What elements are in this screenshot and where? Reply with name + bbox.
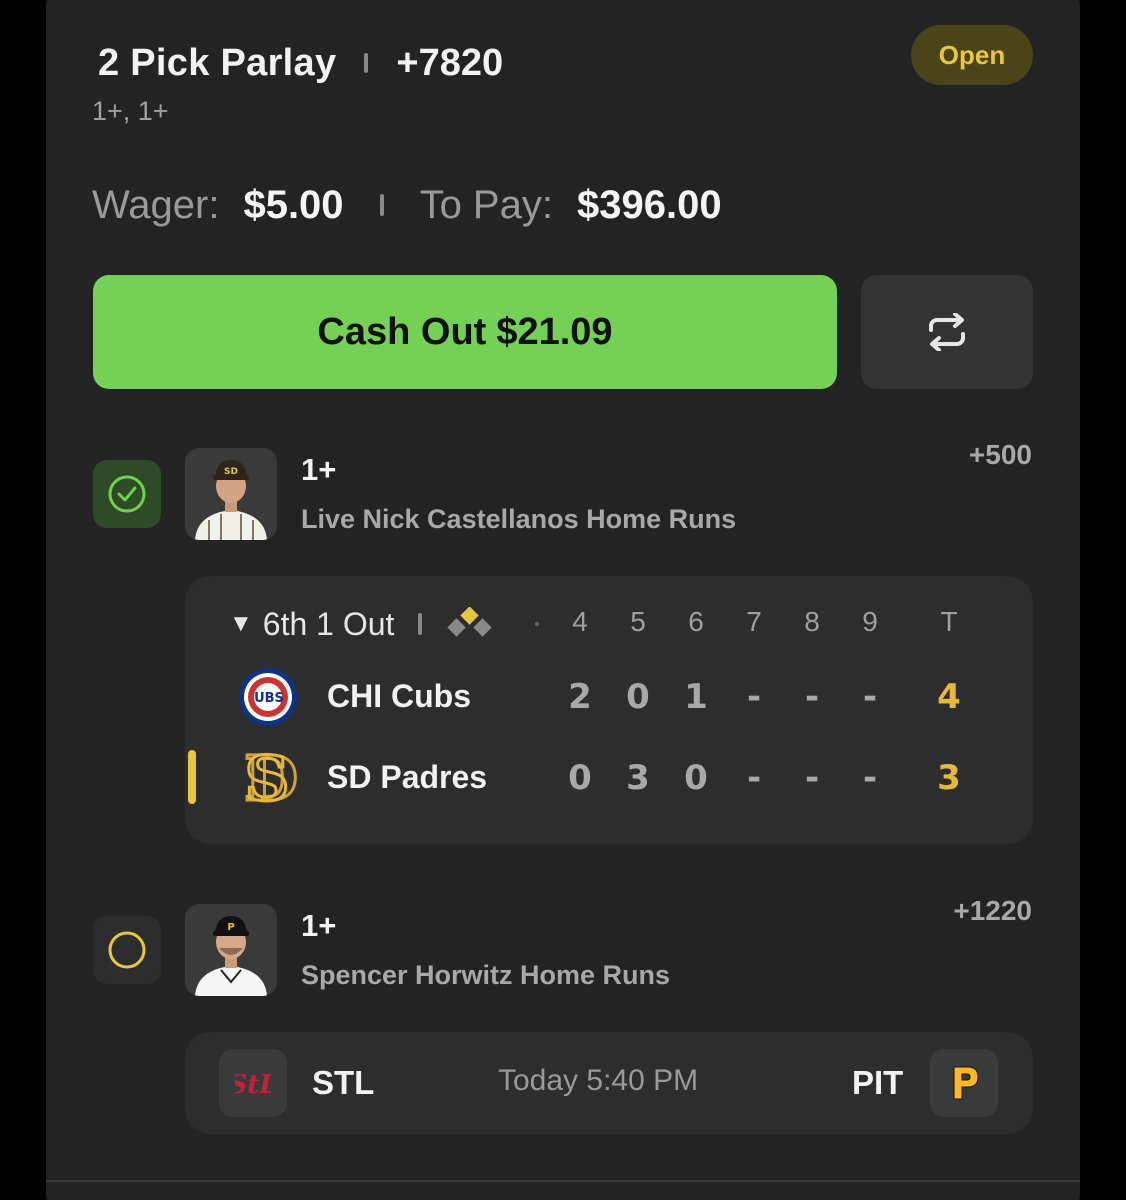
svg-text:D: D <box>244 742 298 812</box>
svg-text:P: P <box>227 922 234 933</box>
divider <box>379 194 384 216</box>
cash-out-label: Cash Out <box>317 310 487 353</box>
inning-header: 5 <box>630 606 646 637</box>
cash-out-amount: $21.09 <box>496 310 613 353</box>
padres-logo-icon: S D <box>243 741 298 813</box>
at-bat-indicator <box>188 750 196 804</box>
bet-title: 2 Pick Parlay <box>98 41 337 84</box>
topay-label: To Pay: <box>419 182 553 227</box>
svg-text:StL: StL <box>235 1070 271 1100</box>
total-score: 4 <box>937 677 961 717</box>
cash-out-button[interactable]: Cash Out $21.09 <box>93 275 837 389</box>
leg-status-won <box>93 460 161 528</box>
inning-score: - <box>862 677 878 717</box>
empty-circle-icon <box>108 931 146 969</box>
card-divider <box>46 1180 1080 1182</box>
wager-label: Wager: <box>92 182 220 227</box>
repeat-icon <box>929 313 965 351</box>
inning-header: 7 <box>746 606 762 637</box>
divider <box>418 613 423 635</box>
inning-score: 3 <box>626 758 650 798</box>
inning-header: 4 <box>572 606 588 637</box>
game-time: Today 5:40 PM <box>498 1064 699 1097</box>
total-score: 3 <box>937 758 961 798</box>
leg-line: 1+ <box>301 452 337 487</box>
player-avatar-icon: P <box>185 904 277 996</box>
svg-text:SD: SD <box>224 467 238 477</box>
inning-status-text: 6th 1 Out <box>262 605 395 642</box>
inning-score: 1 <box>684 677 708 717</box>
inning-score: 0 <box>684 758 708 798</box>
leg-line: 1+ <box>301 908 337 943</box>
inning-score: - <box>746 677 762 717</box>
bet-subtitle: 1+, 1+ <box>92 96 169 126</box>
bet-header: 2 Pick Parlay +7820 <box>98 38 503 88</box>
status-badge: Open <box>911 25 1033 85</box>
inning-score: - <box>746 758 762 798</box>
leg-status-pending <box>93 916 161 984</box>
check-circle-icon <box>108 475 146 513</box>
caret-down-icon: ▼ <box>229 610 253 637</box>
inning-score: 2 <box>568 677 592 717</box>
divider <box>364 53 369 73</box>
leg-market: Live Nick Castellanos Home Runs <box>301 504 737 534</box>
svg-text:UBS: UBS <box>254 691 284 706</box>
player-headshot: P <box>185 904 277 996</box>
inning-header: 6 <box>688 606 704 637</box>
inning-score: - <box>804 758 820 798</box>
wager-value: $5.00 <box>243 182 344 227</box>
away-team-abbr: STL <box>312 1064 375 1101</box>
bet-odds: +7820 <box>396 41 504 84</box>
topay-value: $396.00 <box>576 182 722 227</box>
away-team-logo: StL <box>219 1049 287 1117</box>
player-headshot: SD <box>185 448 277 540</box>
inning-header: 9 <box>862 606 878 637</box>
inning-score: - <box>862 758 878 798</box>
home-team-logo <box>930 1049 998 1117</box>
inning-header: 8 <box>804 606 820 637</box>
inning-status[interactable]: ▼ 6th 1 Out <box>229 604 494 644</box>
team-name: SD Padres <box>327 759 488 795</box>
bases-diamond-icon <box>447 607 493 637</box>
cubs-logo-icon: UBS <box>239 668 297 726</box>
refresh-button[interactable] <box>861 275 1033 389</box>
player-avatar-icon: SD <box>185 448 277 540</box>
divider-dot <box>535 622 539 626</box>
total-header: T <box>940 606 958 637</box>
home-team-abbr: PIT <box>852 1064 904 1101</box>
inning-score: - <box>804 677 820 717</box>
team-name: CHI Cubs <box>327 678 471 714</box>
inning-score: 0 <box>568 758 592 798</box>
leg-market: Spencer Horwitz Home Runs <box>301 960 671 990</box>
inning-score: 0 <box>626 677 650 717</box>
leg-odds: +500 <box>968 439 1032 470</box>
pirates-logo-icon <box>953 1066 979 1100</box>
cardinals-logo-icon: StL <box>235 1070 271 1100</box>
leg-odds: +1220 <box>953 895 1032 926</box>
wager-summary: Wager: $5.00 To Pay: $396.00 <box>92 180 722 230</box>
